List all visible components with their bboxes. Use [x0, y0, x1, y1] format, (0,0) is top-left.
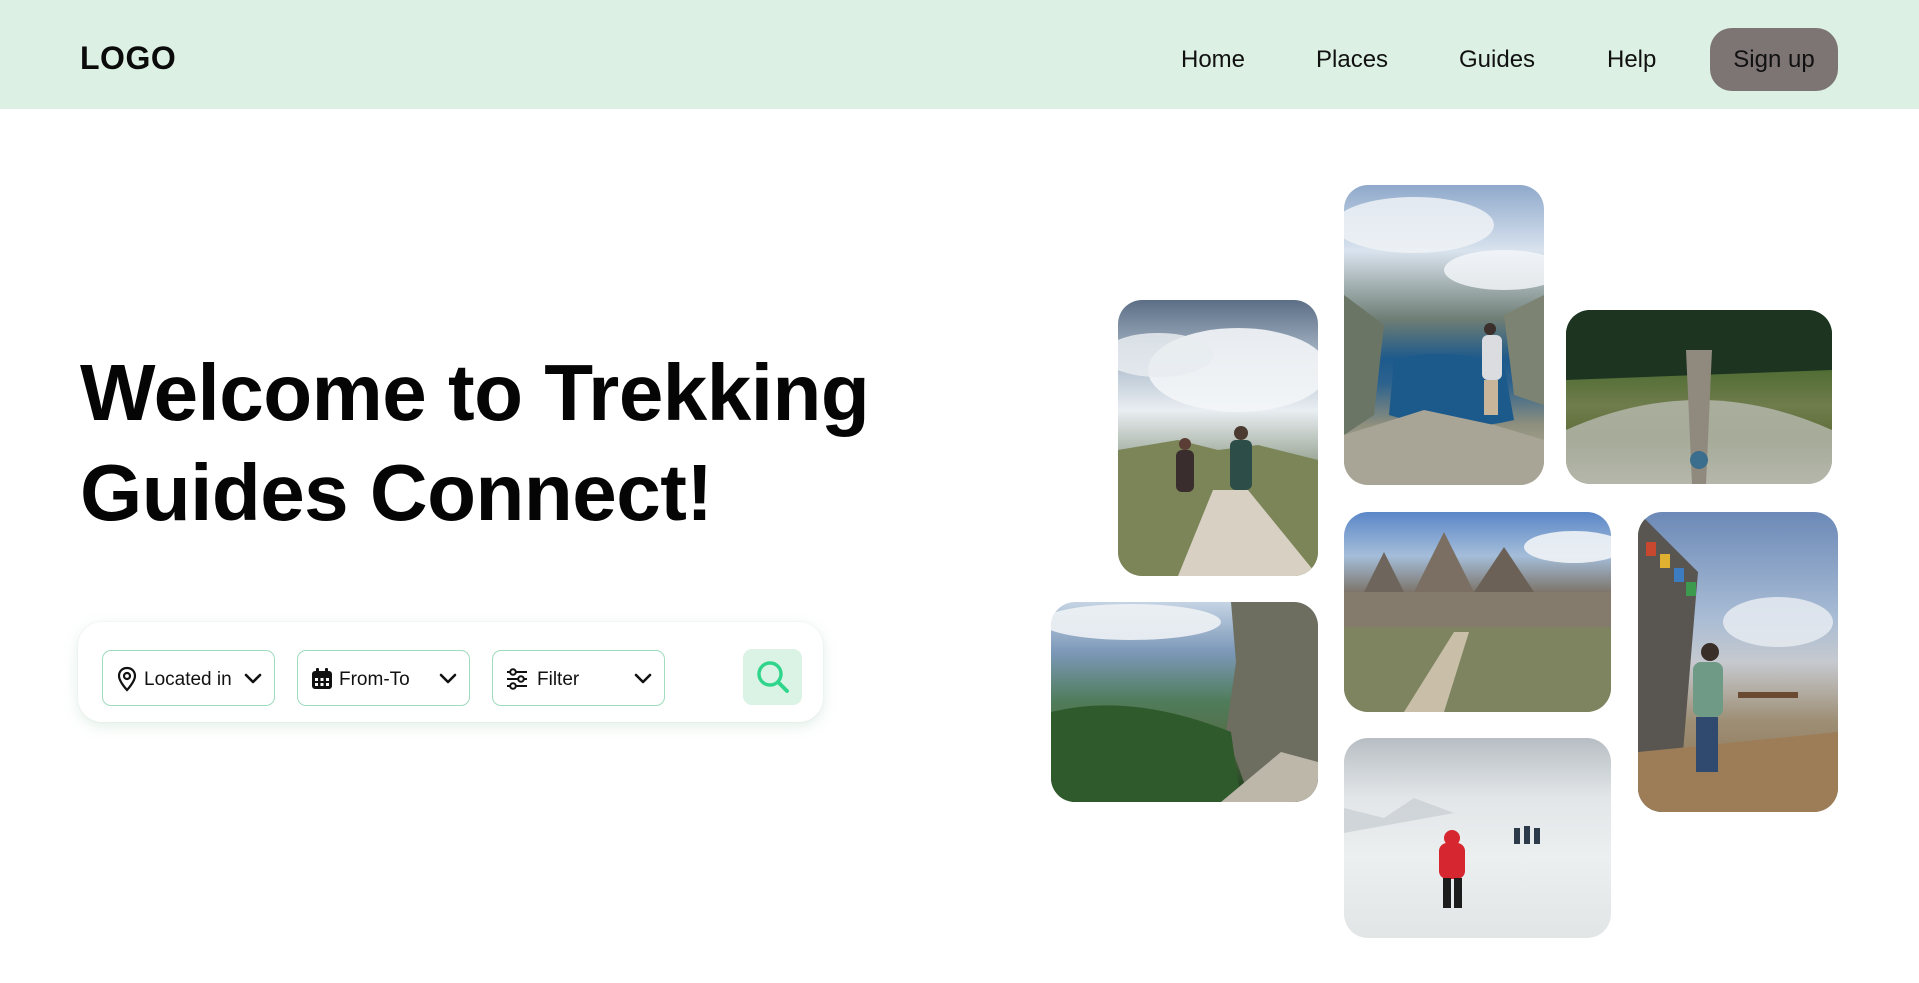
hero-title-line-1: Welcome to Trekking	[80, 348, 870, 437]
site-header: LOGO Home Places Guides Help Sign up	[0, 0, 1919, 109]
nav-guides-link[interactable]: Guides	[1459, 46, 1535, 74]
sign-up-button[interactable]: Sign up	[1710, 28, 1838, 91]
nav-help-link[interactable]: Help	[1607, 46, 1656, 74]
search-icon	[757, 661, 789, 693]
nav-home-link[interactable]: Home	[1181, 46, 1245, 74]
photo-prayer-flags-illustration	[1638, 512, 1838, 812]
chevron-down-icon	[244, 673, 262, 684]
chevron-down-icon	[439, 673, 457, 684]
filter-label: Filter	[537, 669, 580, 690]
photo-fjord-hiker	[1344, 185, 1544, 485]
photo-hikers-on-trail	[1118, 300, 1318, 576]
search-bar: Located in From-To Filter	[78, 622, 823, 722]
date-range-label: From-To	[339, 669, 410, 690]
photo-dolomites-illustration	[1344, 531, 1611, 712]
chevron-down-icon	[634, 673, 652, 684]
photo-suspension-bridge	[1566, 310, 1832, 484]
search-button[interactable]	[743, 649, 802, 705]
photo-dolomites-peaks	[1344, 512, 1611, 712]
location-label: Located in	[144, 669, 232, 690]
main-nav: Home Places Guides Help	[0, 0, 1919, 109]
calendar-icon	[312, 668, 332, 689]
hero-title-line-2: Guides Connect!	[80, 448, 713, 537]
photo-prayer-flags-hiker	[1638, 512, 1838, 812]
photo-fjord-illustration	[1344, 197, 1544, 485]
photo-hikers-illustration	[1118, 328, 1318, 576]
photo-snow-illustration	[1344, 798, 1540, 908]
photo-bridge-illustration	[1566, 310, 1832, 484]
photo-mountain-valley	[1051, 602, 1318, 802]
sliders-icon	[507, 668, 527, 690]
map-pin-icon	[117, 666, 137, 692]
location-dropdown[interactable]: Located in	[102, 650, 275, 706]
filter-dropdown[interactable]: Filter	[492, 650, 665, 706]
date-range-dropdown[interactable]: From-To	[297, 650, 470, 706]
photo-snow-trekkers	[1344, 738, 1611, 938]
photo-valley-illustration	[1051, 602, 1318, 802]
hero-title: Welcome to Trekking Guides Connect!	[80, 343, 980, 543]
nav-places-link[interactable]: Places	[1316, 46, 1388, 74]
